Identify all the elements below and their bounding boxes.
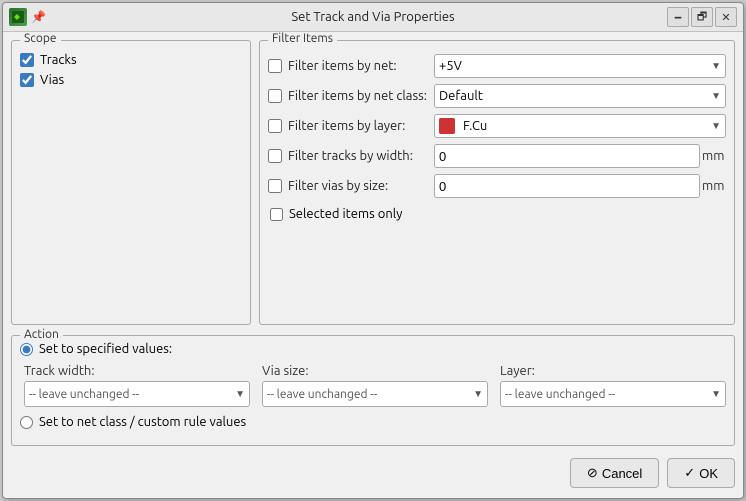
filter-trackwidth-checkbox[interactable] <box>268 149 282 163</box>
action-label-container: Action <box>20 327 63 341</box>
filter-netclass-checkbox[interactable] <box>268 89 282 103</box>
layer-group: Layer: -- leave unchanged -- ▼ <box>500 364 726 407</box>
filter-trackwidth-label: Filter tracks by width: <box>288 149 428 163</box>
filter-layer-label: Filter items by layer: <box>288 119 428 133</box>
vias-row: Vias <box>20 73 242 87</box>
filter-viasize-input[interactable] <box>434 174 700 198</box>
chevron-down-icon: ▼ <box>711 388 721 400</box>
tracks-checkbox[interactable] <box>20 53 34 67</box>
filter-net-value: +5V <box>439 59 462 73</box>
filter-netclass-dropdown[interactable]: Default ▼ <box>434 84 726 108</box>
net-class-label: Set to net class / custom rule values <box>39 415 246 429</box>
filter-viasize-label: Filter vias by size: <box>288 179 428 193</box>
filter-viasize-row: Filter vias by size: mm <box>268 173 726 199</box>
maximize-button[interactable]: 🗗 <box>691 7 713 27</box>
filter-content: Filter items by net: +5V ▼ Filter items … <box>268 53 726 221</box>
tracks-row: Tracks <box>20 53 242 67</box>
ok-button[interactable]: ✓ OK <box>667 458 735 488</box>
via-size-value: -- leave unchanged -- <box>267 388 377 401</box>
scope-label: Scope <box>20 32 61 45</box>
filter-trackwidth-row: Filter tracks by width: mm <box>268 143 726 169</box>
unit-mm-label2: mm <box>702 179 726 193</box>
title-bar-controls: 🗕 🗗 ✕ <box>667 7 737 27</box>
filter-layer-inner: F.Cu ▼ <box>439 118 721 134</box>
filter-group: Filter Items Filter items by net: +5V ▼ <box>259 40 735 325</box>
layer-label: Layer: <box>500 364 726 378</box>
cancel-button[interactable]: ⊘ Cancel <box>570 458 659 488</box>
top-section: Scope Tracks Vias Filter Items <box>11 40 735 325</box>
unit-mm-label: mm <box>702 149 726 163</box>
app-icon <box>9 8 27 26</box>
filter-net-dropdown[interactable]: +5V ▼ <box>434 54 726 78</box>
track-width-group: Track width: -- leave unchanged -- ▼ <box>24 364 250 407</box>
dialog: 📌 Set Track and Via Properties 🗕 🗗 ✕ Sco… <box>2 2 744 499</box>
via-size-label: Via size: <box>262 364 488 378</box>
filter-layer-value: F.Cu <box>463 119 487 133</box>
track-width-dropdown[interactable]: -- leave unchanged -- ▼ <box>24 381 250 407</box>
set-values-label: Set to specified values: <box>39 342 172 356</box>
filter-viasize-input-group: mm <box>434 174 726 198</box>
filter-net-label: Filter items by net: <box>288 59 428 73</box>
track-width-label: Track width: <box>24 364 250 378</box>
ok-icon: ✓ <box>684 465 695 481</box>
cancel-label: Cancel <box>602 466 642 481</box>
filter-layer-checkbox[interactable] <box>268 119 282 133</box>
chevron-down-icon: ▼ <box>711 90 721 102</box>
dropdown-row: Track width: -- leave unchanged -- ▼ Via… <box>24 364 726 407</box>
layer-color-swatch <box>439 118 455 134</box>
action-label: Action <box>24 328 59 341</box>
button-row: ⊘ Cancel ✓ OK <box>11 454 735 490</box>
filter-net-checkbox[interactable] <box>268 59 282 73</box>
cancel-icon: ⊘ <box>587 465 598 481</box>
filter-viasize-checkbox[interactable] <box>268 179 282 193</box>
filter-netclass-label: Filter items by net class: <box>288 89 428 103</box>
chevron-down-icon: ▼ <box>473 388 483 400</box>
filter-label: Filter Items <box>268 32 337 45</box>
selected-only-checkbox[interactable] <box>270 208 283 221</box>
filter-trackwidth-input[interactable] <box>434 144 700 168</box>
set-values-radio-row: Set to specified values: <box>20 342 726 356</box>
chevron-down-icon: ▼ <box>711 60 721 72</box>
net-class-radio[interactable] <box>20 416 33 429</box>
filter-netclass-row: Filter items by net class: Default ▼ <box>268 83 726 109</box>
chevron-down-icon: ▼ <box>235 388 245 400</box>
chevron-down-icon: ▼ <box>711 120 721 132</box>
action-group: Action Set to specified values: Track wi… <box>11 335 735 446</box>
vias-label: Vias <box>40 73 64 87</box>
filter-layer-row: Filter items by layer: F.Cu ▼ <box>268 113 726 139</box>
title-bar-left: 📌 <box>9 8 46 26</box>
set-values-radio[interactable] <box>20 343 33 356</box>
track-width-value: -- leave unchanged -- <box>29 388 139 401</box>
filter-trackwidth-input-group: mm <box>434 144 726 168</box>
title-bar: 📌 Set Track and Via Properties 🗕 🗗 ✕ <box>3 3 743 32</box>
ok-label: OK <box>699 466 718 481</box>
close-button[interactable]: ✕ <box>715 7 737 27</box>
filter-netclass-value: Default <box>439 89 483 103</box>
dialog-title: Set Track and Via Properties <box>291 10 454 24</box>
scope-group: Scope Tracks Vias <box>11 40 251 325</box>
net-class-radio-row: Set to net class / custom rule values <box>20 415 726 429</box>
filter-net-row: Filter items by net: +5V ▼ <box>268 53 726 79</box>
scope-content: Tracks Vias <box>20 53 242 87</box>
via-size-dropdown[interactable]: -- leave unchanged -- ▼ <box>262 381 488 407</box>
via-size-group: Via size: -- leave unchanged -- ▼ <box>262 364 488 407</box>
tracks-label: Tracks <box>40 53 77 67</box>
filter-layer-dropdown[interactable]: F.Cu ▼ <box>434 114 726 138</box>
layer-content: F.Cu <box>439 118 487 134</box>
pin-icon: 📌 <box>31 10 46 24</box>
layer-dropdown[interactable]: -- leave unchanged -- ▼ <box>500 381 726 407</box>
dialog-body: Scope Tracks Vias Filter Items <box>3 32 743 498</box>
vias-checkbox[interactable] <box>20 73 34 87</box>
layer-value: -- leave unchanged -- <box>505 388 615 401</box>
selected-only-label: Selected items only <box>289 207 402 221</box>
selected-only-row: Selected items only <box>268 207 726 221</box>
minimize-button[interactable]: 🗕 <box>667 7 689 27</box>
